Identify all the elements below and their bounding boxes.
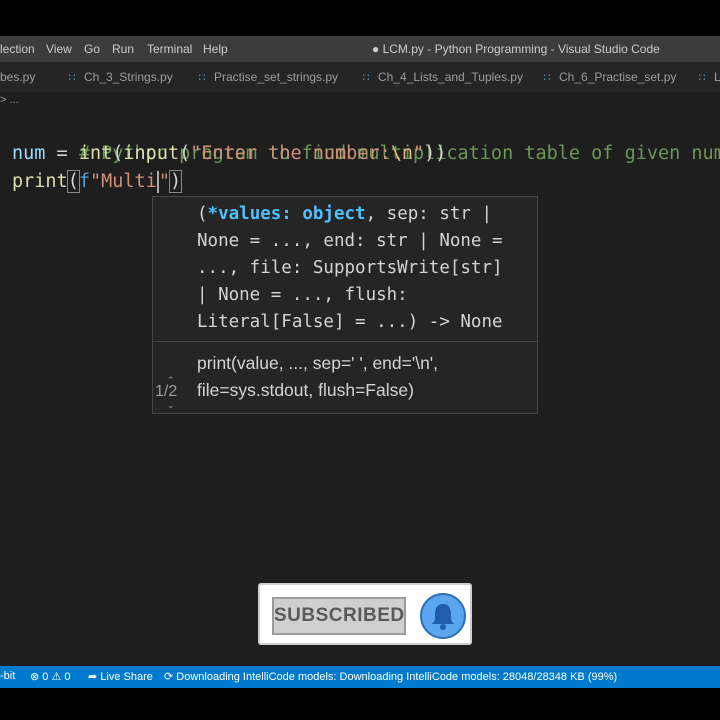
menu-selection[interactable]: lection <box>0 42 35 56</box>
bell-icon[interactable] <box>420 593 466 639</box>
tab-label: L <box>714 70 720 84</box>
signature-rest: , sep: str | <box>365 204 493 224</box>
window-title: ● LCM.py - Python Programming - Visual S… <box>372 42 660 56</box>
breadcrumb[interactable]: > ... <box>0 94 19 108</box>
code-variable: num <box>12 143 46 164</box>
code-function: int <box>78 143 113 164</box>
signature-active-param: *values: object <box>207 204 366 224</box>
live-share-label: Live Share <box>100 671 153 683</box>
tab-ch6-practise-set[interactable]: ∷ Ch_6_Practise_set.py <box>541 62 677 92</box>
status-python-interpreter[interactable]: -bit <box>0 670 15 682</box>
status-bar: -bit ⊗ 0 ⚠ 0 ➦ Live Share ⟳ Downloading … <box>0 666 720 688</box>
menu-help[interactable]: Help <box>203 42 228 56</box>
status-intellicode[interactable]: ⟳ Downloading IntelliCode models: Downlo… <box>164 670 617 683</box>
menu-run[interactable]: Run <box>112 42 134 56</box>
python-file-icon: ∷ <box>698 72 706 84</box>
chevron-down-icon[interactable]: ⌄ <box>167 400 175 411</box>
tab-bes-py[interactable]: bes.py <box>0 62 35 92</box>
tab-label: Ch_6_Practise_set.py <box>559 70 677 84</box>
code-paren: ( <box>179 143 191 164</box>
code-string: "Enter the number: <box>190 143 391 164</box>
tab-label: Ch_3_Strings.py <box>84 70 173 84</box>
signature-line-1: (*values: object, sep: str | <box>197 201 492 228</box>
tab-ch4-lists-tuples[interactable]: ∷ Ch_4_Lists_and_Tuples.py <box>360 62 523 92</box>
code-fstring-prefix: f <box>78 171 90 192</box>
signature-help-popup: (*values: object, sep: str | None = ...,… <box>152 196 538 414</box>
code-paren: )) <box>424 143 447 164</box>
menu-view[interactable]: View <box>46 42 72 56</box>
python-file-icon: ∷ <box>543 72 551 84</box>
code-operator: = <box>45 143 79 164</box>
signature-paren: ( <box>197 204 208 224</box>
tab-ch3-strings[interactable]: ∷ Ch_3_Strings.py <box>66 62 173 92</box>
signature-divider <box>153 341 537 342</box>
signature-doc-line-1: print(value, ..., sep=' ', end='\n', <box>197 353 439 373</box>
code-line-2: num = int(input("Enter the number:\n")) <box>12 140 446 168</box>
tab-bar: bes.py ∷ Ch_3_Strings.py ∷ Practise_set_st… <box>0 62 720 92</box>
python-file-icon: ∷ <box>362 72 370 84</box>
code-function: input <box>123 143 180 164</box>
tab-practise-set-strings[interactable]: ∷ Practise_set_strings.py <box>196 62 339 92</box>
tab-label: Ch_4_Lists_and_Tuples.py <box>378 70 523 84</box>
tab-label: bes.py <box>0 70 36 84</box>
signature-line-3: ..., file: SupportsWrite[str] <box>197 258 503 278</box>
bell-icon-svg <box>432 604 454 630</box>
tab-label: Practise_set_strings.py <box>214 70 339 84</box>
intellicode-download-text: Downloading IntelliCode models: Download… <box>176 671 618 683</box>
python-file-icon: ∷ <box>68 72 76 84</box>
code-escape: \n <box>390 143 414 164</box>
code-paren: ) <box>168 170 183 193</box>
subscribed-button[interactable]: SUBSCRIBED <box>272 597 406 635</box>
signature-line-5: Literal[False] = ...) -> None <box>197 312 503 332</box>
code-string-end: " <box>158 171 170 192</box>
code-line-3: print(f"Multi ") <box>12 168 183 196</box>
menu-terminal[interactable]: Terminal <box>147 42 192 56</box>
code-function: print <box>12 171 68 192</box>
python-file-icon: ∷ <box>198 72 206 84</box>
signature-line-2: None = ..., end: str | None = <box>197 231 503 251</box>
code-paren: ( <box>66 170 80 193</box>
code-string-end: " <box>413 143 425 164</box>
signature-line-4: | None = ..., flush: <box>197 285 408 305</box>
sync-icon: ⟳ <box>164 671 174 683</box>
menu-go[interactable]: Go <box>84 42 100 56</box>
code-paren: ( <box>112 143 124 164</box>
signature-doc-line-2: file=sys.stdout, flush=False) <box>197 380 414 400</box>
tab-overflow[interactable]: ∷ L <box>696 62 720 92</box>
code-line-1: # Python program to find multiplication … <box>12 112 720 164</box>
signature-counter: 1/2 <box>155 383 178 400</box>
code-string: "Multi <box>89 171 157 192</box>
menu-bar: lection View Go Run Terminal Help ● LCM.… <box>0 36 720 62</box>
status-live-share[interactable]: ➦ Live Share <box>88 670 153 683</box>
live-share-icon: ➦ <box>88 671 98 683</box>
subscribed-overlay: SUBSCRIBED <box>258 583 472 645</box>
status-problems[interactable]: ⊗ 0 ⚠ 0 <box>30 670 70 683</box>
